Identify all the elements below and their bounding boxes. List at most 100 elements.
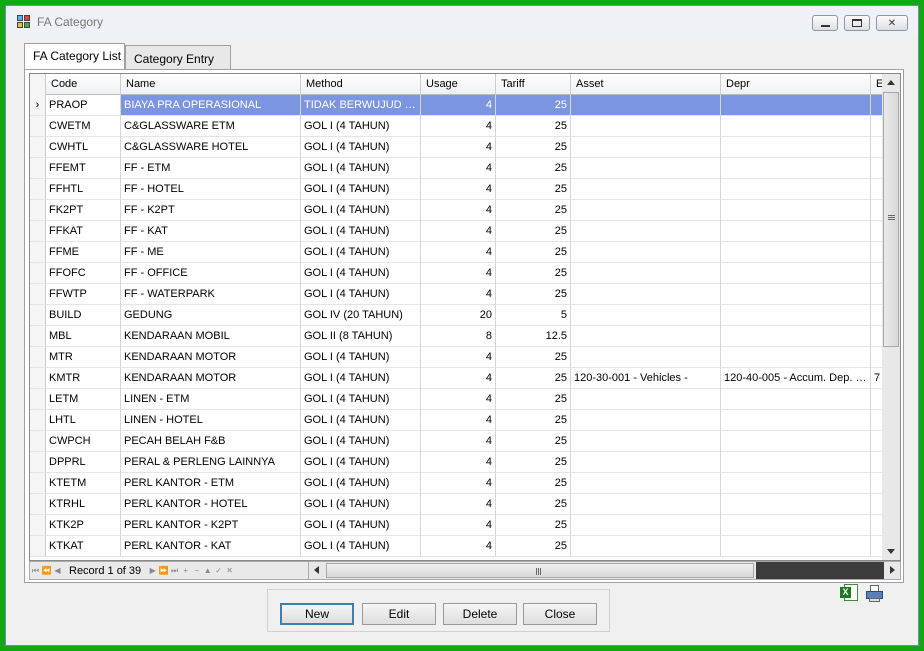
cell-method[interactable]: GOL I (4 TAHUN)	[301, 389, 421, 410]
cell-name[interactable]: FF - K2PT	[121, 200, 301, 221]
row-selector[interactable]: ›	[30, 95, 46, 116]
cell-code[interactable]: FFHTL	[46, 179, 121, 200]
cancel-edit-button[interactable]: ✕	[224, 562, 235, 579]
cell-extra[interactable]	[871, 410, 882, 431]
cell-usage[interactable]: 4	[421, 347, 496, 368]
cell-depr[interactable]	[721, 515, 871, 536]
cell-usage[interactable]: 4	[421, 368, 496, 389]
row-selector[interactable]	[30, 200, 46, 221]
column-header-name[interactable]: Name	[121, 74, 301, 95]
cell-asset[interactable]	[571, 410, 721, 431]
cell-name[interactable]: GEDUNG	[121, 305, 301, 326]
table-row[interactable]: FFME FF - ME GOL I (4 TAHUN) 4 25	[30, 242, 882, 263]
cell-extra[interactable]	[871, 452, 882, 473]
cell-code[interactable]: LHTL	[46, 410, 121, 431]
cell-asset[interactable]	[571, 305, 721, 326]
table-row[interactable]: LETM LINEN - ETM GOL I (4 TAHUN) 4 25	[30, 389, 882, 410]
cell-extra[interactable]	[871, 515, 882, 536]
cell-depr[interactable]	[721, 536, 871, 557]
cell-depr[interactable]: 120-40-005 - Accum. Dep. Vehicles	[721, 368, 871, 389]
row-selector[interactable]	[30, 515, 46, 536]
column-header-code[interactable]: Code	[46, 74, 121, 95]
cell-name[interactable]: FF - ETM	[121, 158, 301, 179]
cell-name[interactable]: PERAL & PERLENG LAINNYA	[121, 452, 301, 473]
cell-extra[interactable]	[871, 116, 882, 137]
cell-tariff[interactable]: 25	[496, 347, 571, 368]
row-selector[interactable]	[30, 536, 46, 557]
table-row[interactable]: MBL KENDARAAN MOBIL GOL II (8 TAHUN) 8 12.5	[30, 326, 882, 347]
cell-method[interactable]: GOL I (4 TAHUN)	[301, 116, 421, 137]
cell-tariff[interactable]: 25	[496, 284, 571, 305]
cell-tariff[interactable]: 25	[496, 431, 571, 452]
export-excel-icon[interactable]: X	[840, 583, 860, 603]
cell-tariff[interactable]: 25	[496, 158, 571, 179]
row-selector[interactable]	[30, 158, 46, 179]
append-record-button[interactable]: +	[180, 562, 191, 579]
cell-method[interactable]: GOL I (4 TAHUN)	[301, 179, 421, 200]
cell-extra[interactable]	[871, 326, 882, 347]
cell-code[interactable]: MTR	[46, 347, 121, 368]
cell-name[interactable]: LINEN - HOTEL	[121, 410, 301, 431]
cell-name[interactable]: BIAYA PRA OPERASIONAL	[121, 95, 301, 116]
scroll-left-icon[interactable]	[314, 566, 319, 574]
cell-asset[interactable]	[571, 473, 721, 494]
cell-code[interactable]: DPPRL	[46, 452, 121, 473]
cell-asset[interactable]	[571, 515, 721, 536]
cell-extra[interactable]	[871, 137, 882, 158]
cell-name[interactable]: KENDARAAN MOBIL	[121, 326, 301, 347]
horizontal-scroll-thumb[interactable]	[326, 563, 754, 578]
cell-usage[interactable]: 4	[421, 410, 496, 431]
table-row[interactable]: KMTR KENDARAAN MOTOR GOL I (4 TAHUN) 4 25 120…	[30, 368, 882, 389]
cell-tariff[interactable]: 25	[496, 515, 571, 536]
horizontal-scrollbar[interactable]	[308, 562, 900, 579]
cell-depr[interactable]	[721, 179, 871, 200]
cell-name[interactable]: PERL KANTOR - K2PT	[121, 515, 301, 536]
cell-tariff[interactable]: 25	[496, 263, 571, 284]
table-row[interactable]: FFHTL FF - HOTEL GOL I (4 TAHUN) 4 25	[30, 179, 882, 200]
row-selector[interactable]	[30, 368, 46, 389]
cell-usage[interactable]: 4	[421, 221, 496, 242]
cell-tariff[interactable]: 25	[496, 389, 571, 410]
cell-name[interactable]: FF - ME	[121, 242, 301, 263]
scroll-up-button[interactable]	[882, 74, 900, 91]
cell-code[interactable]: FFKAT	[46, 221, 121, 242]
cell-extra[interactable]	[871, 221, 882, 242]
cell-usage[interactable]: 4	[421, 389, 496, 410]
table-row[interactable]: BUILD GEDUNG GOL IV (20 TAHUN) 20 5	[30, 305, 882, 326]
cell-asset[interactable]	[571, 116, 721, 137]
cell-usage[interactable]: 4	[421, 137, 496, 158]
cell-code[interactable]: LETM	[46, 389, 121, 410]
cell-method[interactable]: GOL I (4 TAHUN)	[301, 536, 421, 557]
cell-tariff[interactable]: 25	[496, 536, 571, 557]
cell-extra[interactable]	[871, 473, 882, 494]
print-icon[interactable]	[865, 583, 885, 603]
cell-usage[interactable]: 4	[421, 200, 496, 221]
scroll-right-icon[interactable]	[890, 566, 895, 574]
table-row[interactable]: MTR KENDARAAN MOTOR GOL I (4 TAHUN) 4 25	[30, 347, 882, 368]
cell-name[interactable]: PERL KANTOR - ETM	[121, 473, 301, 494]
cell-depr[interactable]	[721, 389, 871, 410]
cell-usage[interactable]: 8	[421, 326, 496, 347]
cell-method[interactable]: GOL I (4 TAHUN)	[301, 410, 421, 431]
cell-tariff[interactable]: 25	[496, 137, 571, 158]
cell-code[interactable]: FFWTP	[46, 284, 121, 305]
row-selector[interactable]	[30, 116, 46, 137]
table-row[interactable]: KTK2P PERL KANTOR - K2PT GOL I (4 TAHUN) 4 2…	[30, 515, 882, 536]
cell-asset[interactable]	[571, 431, 721, 452]
cell-usage[interactable]: 20	[421, 305, 496, 326]
cell-code[interactable]: MBL	[46, 326, 121, 347]
cell-asset[interactable]	[571, 284, 721, 305]
cell-name[interactable]: PERL KANTOR - HOTEL	[121, 494, 301, 515]
table-row[interactable]: CWHTL C&GLASSWARE HOTEL GOL I (4 TAHUN) 4 25	[30, 137, 882, 158]
cell-extra[interactable]	[871, 158, 882, 179]
cell-code[interactable]: FFME	[46, 242, 121, 263]
cell-name[interactable]: LINEN - ETM	[121, 389, 301, 410]
cell-asset[interactable]	[571, 389, 721, 410]
column-header-tariff[interactable]: Tariff	[496, 74, 571, 95]
cell-usage[interactable]: 4	[421, 452, 496, 473]
cell-depr[interactable]	[721, 158, 871, 179]
cell-usage[interactable]: 4	[421, 158, 496, 179]
cell-tariff[interactable]: 12.5	[496, 326, 571, 347]
tab-fa-category-list[interactable]: FA Category List	[24, 43, 125, 69]
cell-extra[interactable]	[871, 305, 882, 326]
